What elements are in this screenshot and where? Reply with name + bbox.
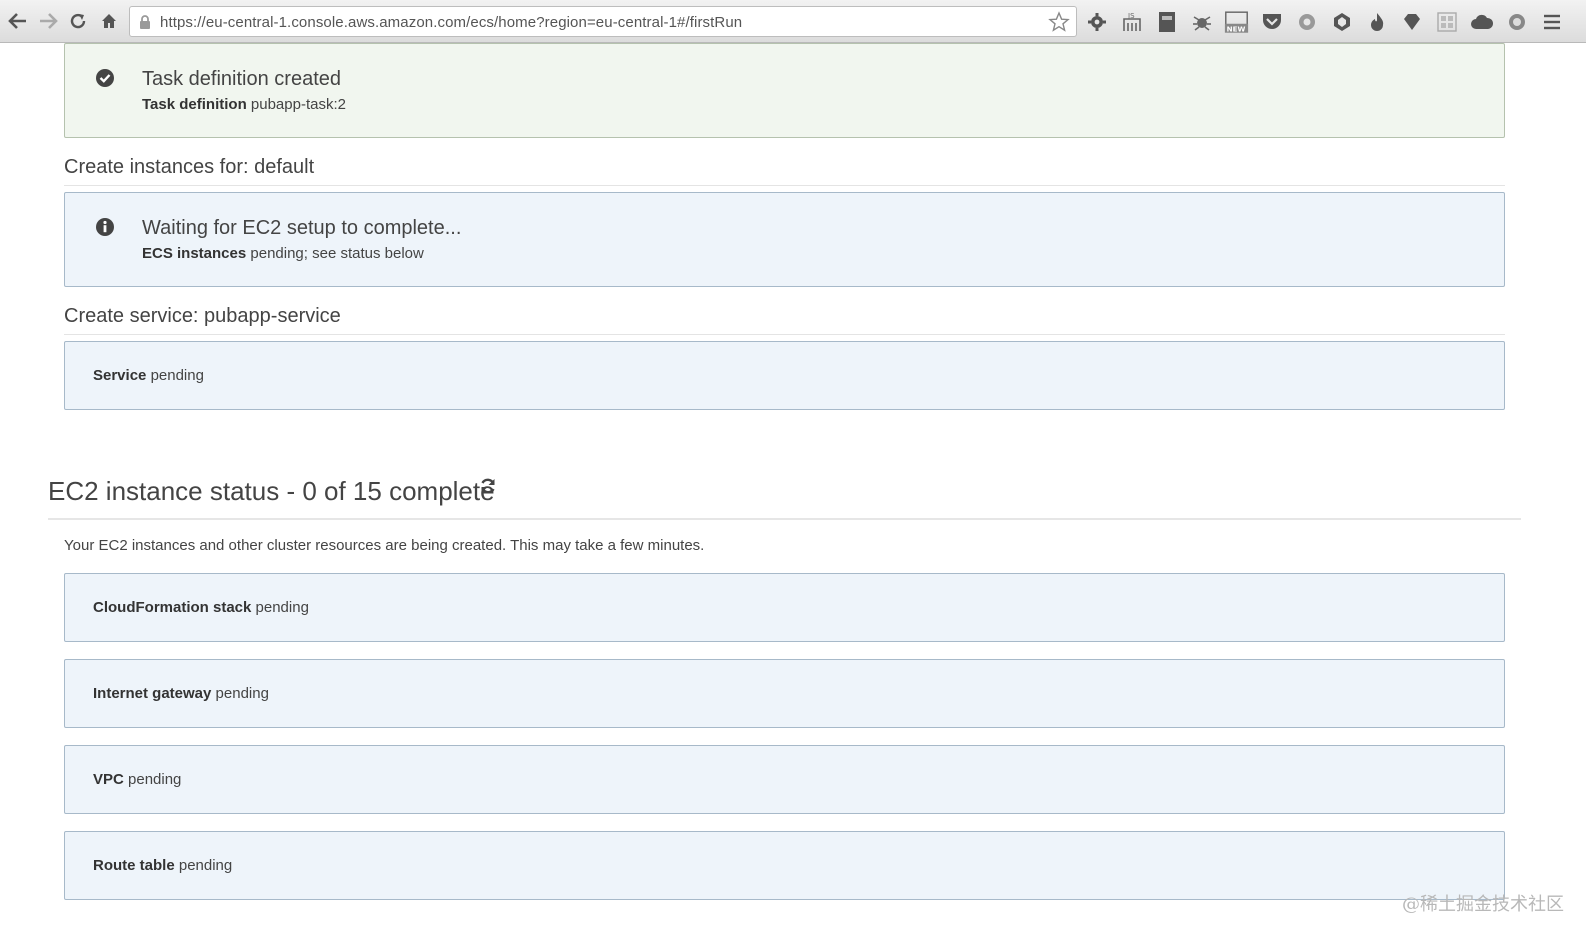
reload-button[interactable] [66,9,90,33]
fx-icon[interactable]: JS [1119,9,1144,34]
instances-value: pending; see status below [250,245,424,262]
cloud-icon[interactable] [1469,9,1494,34]
lock-icon [140,15,150,29]
diamond-icon[interactable] [1399,9,1424,34]
grid-icon[interactable] [1434,9,1459,34]
circle-icon[interactable] [1504,9,1529,34]
reload-icon [70,13,86,29]
ec2-status-description: Your EC2 instances and other cluster res… [64,537,705,554]
task-definition-value: pubapp-task:2 [250,96,346,113]
browser-toolbar: https://eu-central-1.console.aws.amazon.… [0,0,1586,43]
task-definition-title: Task definition created [142,68,342,90]
service-status: Service pending [93,367,204,384]
cloudformation-stack-label: CloudFormation stack [93,599,252,616]
service-heading: Create service: pubapp-service [64,305,1505,335]
address-bar[interactable]: https://eu-central-1.console.aws.amazon.… [129,6,1077,37]
internet-gateway-label: Internet gateway [93,685,212,702]
cloudformation-stack-value: pending [255,599,309,616]
home-icon [102,14,116,28]
check-circle-icon [96,69,114,87]
watermark: @稀土掘金技术社区 [1402,894,1564,915]
bookmark-star-icon[interactable] [1048,11,1070,33]
forward-button[interactable] [36,9,60,33]
service-alert: Service pending [64,341,1505,410]
url-text: https://eu-central-1.console.aws.amazon.… [160,14,743,31]
task-definition-alert: Task definition created Task definition … [64,43,1505,138]
service-value: pending [150,367,204,384]
ec2-status-header: EC2 instance status - 0 of 15 complete [48,476,1521,520]
book-icon[interactable] [1154,9,1179,34]
route-table-row: Route table pending [64,831,1505,900]
route-table-value: pending [178,857,233,874]
vpc-label: VPC [93,771,124,788]
svg-text:NEW: NEW [1227,24,1246,33]
arrow-left-icon [8,13,26,29]
instances-detail: ECS instances pending; see status below [142,245,424,262]
gear-icon[interactable] [1084,9,1109,34]
instances-title: Waiting for EC2 setup to complete... [142,217,462,239]
route-table-label: Route table [93,857,175,874]
vpc-row: VPC pending [64,745,1505,814]
menu-icon[interactable] [1539,9,1564,34]
new-badge-icon[interactable]: NEW [1224,9,1249,34]
back-button[interactable] [6,9,30,33]
refresh-icon[interactable] [478,476,498,496]
task-definition-detail: Task definition pubapp-task:2 [142,96,346,113]
instances-heading: Create instances for: default [64,156,1505,186]
service-label: Service [93,367,147,384]
cloudformation-stack-row: CloudFormation stack pending [64,573,1505,642]
instances-label: ECS instances [142,245,247,262]
arrow-right-icon [40,13,58,29]
internet-gateway-row: Internet gateway pending [64,659,1505,728]
chrome-icon[interactable] [1294,9,1319,34]
vpc-value: pending [128,771,182,788]
bug-icon[interactable] [1189,9,1214,34]
vpc-status: VPC pending [93,771,181,788]
task-definition-label: Task definition [142,96,247,113]
page-content: Task definition created Task definition … [0,43,1586,926]
pocket-icon[interactable] [1259,9,1284,34]
extension-icons: JS NEW [1084,9,1564,35]
ec2-status-heading: EC2 instance status - 0 of 15 complete [48,476,495,506]
route-table-status: Route table pending [93,857,232,874]
internet-gateway-value: pending [215,685,269,702]
cloudformation-stack-status: CloudFormation stack pending [93,599,309,616]
flame-icon[interactable] [1364,9,1389,34]
info-circle-icon [96,218,114,236]
globe-icon[interactable] [1329,9,1354,34]
instances-alert: Waiting for EC2 setup to complete... ECS… [64,192,1505,287]
svg-text:JS: JS [1127,12,1135,20]
home-button[interactable] [97,9,121,33]
internet-gateway-status: Internet gateway pending [93,685,269,702]
